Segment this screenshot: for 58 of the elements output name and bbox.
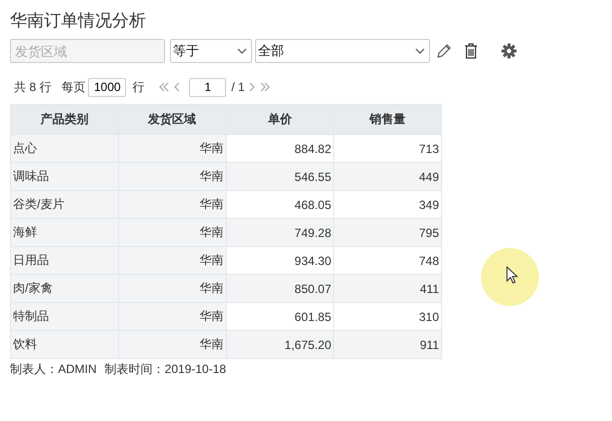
chevron-down-icon	[237, 48, 247, 54]
table-cell: 310	[334, 302, 442, 330]
first-page-icon[interactable]	[158, 82, 170, 92]
page-input[interactable]: 1	[189, 78, 226, 96]
table-cell: 911	[334, 330, 442, 358]
previous-page-icon[interactable]	[173, 82, 182, 92]
column-header: 单价	[226, 104, 334, 134]
table-cell: 713	[334, 134, 442, 162]
table-cell: 468.05	[226, 190, 334, 218]
operator-select[interactable]: 等于	[170, 39, 252, 63]
table-cell: 华南	[118, 162, 226, 190]
cursor-icon	[506, 266, 518, 284]
table-cell: 850.07	[226, 274, 334, 302]
page-count: / 1	[231, 80, 245, 94]
table-cell: 349	[334, 190, 442, 218]
table-cell: 748	[334, 246, 442, 274]
table-cell: 华南	[118, 302, 226, 330]
per-page-input[interactable]: 1000	[88, 78, 126, 96]
delete-icon[interactable]	[464, 43, 478, 59]
filter-field-input[interactable]: 发货区域	[10, 39, 165, 63]
table-cell: 华南	[118, 218, 226, 246]
table-cell: 谷类/麦片	[10, 190, 118, 218]
column-header: 产品类别	[10, 104, 118, 134]
edit-icon[interactable]	[436, 43, 452, 59]
report-title: 华南订单情况分析	[10, 10, 147, 32]
table-cell: 点心	[10, 134, 118, 162]
table-cell: 601.85	[226, 302, 334, 330]
table-cell: 华南	[118, 134, 226, 162]
table-cell: 华南	[118, 274, 226, 302]
table-cell: 华南	[118, 330, 226, 358]
table-cell: 肉/家禽	[10, 274, 118, 302]
footer-text: 制表时间：2019-10-18	[104, 361, 226, 378]
table-cell: 1,675.20	[226, 330, 334, 358]
table-cell: 特制品	[10, 302, 118, 330]
next-page-icon[interactable]	[248, 82, 256, 92]
table-cell: 795	[334, 218, 442, 246]
settings-icon[interactable]	[501, 43, 517, 59]
table-cell: 449	[334, 162, 442, 190]
table-cell: 调味品	[10, 162, 118, 190]
table-cell: 日用品	[10, 246, 118, 274]
row-count: 共 8 行	[14, 78, 52, 96]
table-cell: 934.30	[226, 246, 334, 274]
table-cell: 海鲜	[10, 218, 118, 246]
value-select[interactable]: 全部	[255, 39, 430, 63]
table-cell: 华南	[118, 246, 226, 274]
per-page-label: 每页	[61, 78, 86, 96]
table-cell: 华南	[118, 190, 226, 218]
rows-label: 行	[132, 78, 144, 96]
table-cell: 411	[334, 274, 442, 302]
column-header: 发货区域	[118, 104, 226, 134]
last-page-icon[interactable]	[258, 82, 271, 92]
column-header: 销售量	[334, 104, 442, 134]
footer-text: 制表人：ADMIN	[10, 361, 97, 378]
table-cell: 749.28	[226, 218, 334, 246]
table-cell: 546.55	[226, 162, 334, 190]
table-cell: 饮料	[10, 330, 118, 358]
table-cell: 884.82	[226, 134, 334, 162]
chevron-down-icon	[415, 48, 425, 54]
